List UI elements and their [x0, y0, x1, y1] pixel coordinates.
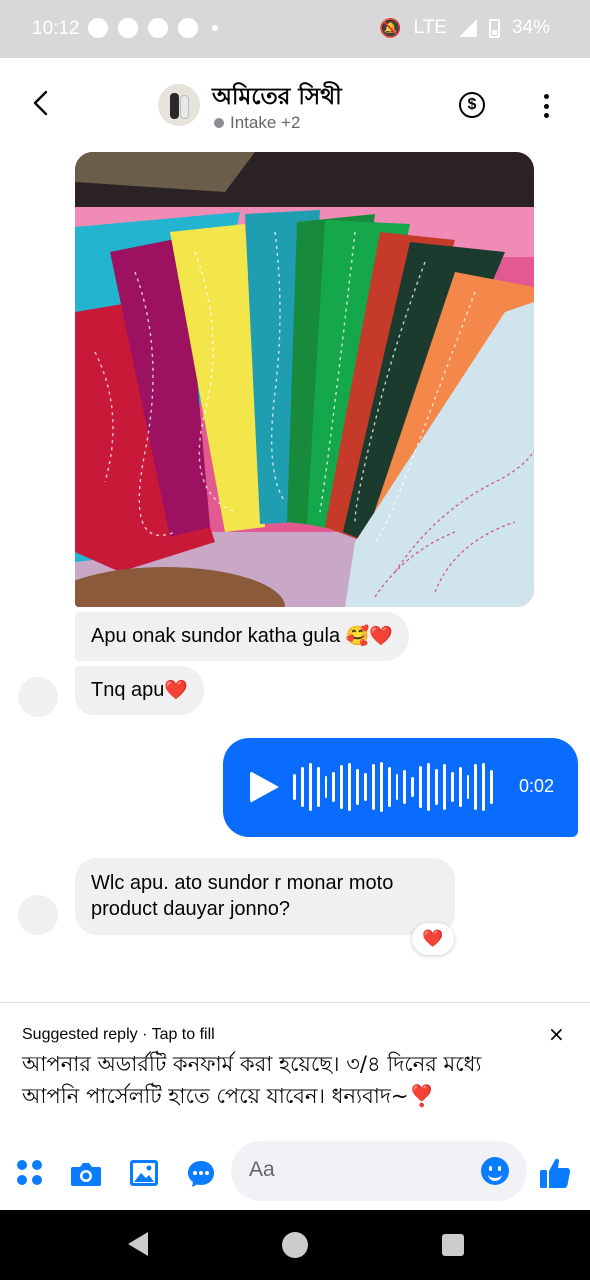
heart-reaction[interactable]: ❤️	[412, 923, 454, 955]
nav-back-icon[interactable]	[128, 1232, 148, 1256]
message-text: Apu onak sundor katha gula	[91, 625, 341, 647]
suggested-reply-text[interactable]: আপনার অডার্রটি কনফার্ম করা হয়েছে। ৩/৪ দ…	[22, 1048, 542, 1112]
waveform-bar	[395, 774, 399, 800]
more-icon[interactable]	[540, 94, 552, 118]
voice-duration: 0:02	[518, 776, 554, 796]
status-dot	[214, 118, 224, 128]
avatar[interactable]	[18, 895, 58, 935]
message-emoji: ❤️	[164, 679, 189, 701]
composer: Aa	[0, 1138, 590, 1206]
message-bubble[interactable]: Tnq apu❤️	[75, 666, 205, 715]
waveform-bar	[411, 777, 415, 797]
dollar-icon[interactable]: $	[459, 92, 485, 118]
vibrate-off-icon: 🔕	[379, 17, 402, 38]
close-icon[interactable]: ×	[548, 1022, 565, 1046]
notification-icons	[88, 18, 218, 38]
waveform-bar	[379, 762, 383, 812]
photo-message[interactable]	[75, 152, 534, 607]
more-notifications-dot	[212, 25, 218, 31]
apps-icon[interactable]	[17, 1160, 43, 1186]
avatar-figure	[170, 93, 179, 119]
waveform-bar	[293, 774, 296, 800]
emoji-icon[interactable]	[481, 1157, 509, 1185]
nav-home-icon[interactable]	[282, 1232, 308, 1258]
waveform	[293, 758, 494, 816]
like-icon[interactable]	[538, 1156, 572, 1190]
message-input[interactable]: Aa	[231, 1141, 527, 1201]
message-bubble[interactable]: Wlc apu. ato sundor r monar moto product…	[75, 858, 455, 935]
back-icon[interactable]	[28, 88, 52, 118]
system-nav-bar	[0, 1210, 590, 1280]
notification-icon	[148, 18, 168, 38]
waveform-bar	[316, 767, 320, 807]
waveform-bar	[490, 770, 494, 804]
chat-title[interactable]: অমিতের সিথী	[212, 78, 342, 117]
chat-subtitle[interactable]: Intake +2	[214, 113, 300, 133]
waveform-bar	[364, 773, 367, 801]
status-time: 10:12	[32, 18, 80, 39]
network-type: LTE	[413, 17, 447, 38]
waveform-bar	[427, 763, 431, 811]
gallery-icon[interactable]	[129, 1159, 159, 1187]
waveform-bar	[324, 776, 328, 798]
avatar-figure	[180, 95, 189, 119]
nav-recents-icon[interactable]	[442, 1234, 464, 1256]
notification-icon	[118, 18, 138, 38]
waveform-bar	[300, 767, 304, 807]
waveform-bar	[356, 769, 360, 805]
message-emoji: 🥰❤️	[345, 625, 393, 647]
waveform-bar	[450, 772, 454, 802]
signal-icon	[458, 19, 477, 37]
waveform-bar	[419, 766, 423, 808]
waveform-bar	[308, 763, 312, 811]
waveform-bar	[340, 765, 344, 809]
waveform-bar	[403, 770, 407, 804]
waveform-bar	[348, 763, 352, 811]
waveform-bar	[466, 775, 470, 799]
waveform-bar	[482, 763, 486, 811]
waveform-bar	[442, 764, 446, 810]
suggested-reply-label: Suggested reply · Tap to fill	[22, 1026, 215, 1043]
avatar[interactable]	[18, 677, 58, 717]
waveform-bar	[371, 764, 375, 810]
camera-icon[interactable]	[70, 1161, 102, 1187]
chat-header: অমিতের সিথী Intake +2 $	[0, 58, 590, 148]
waveform-bar	[332, 772, 336, 802]
chat-subtitle-text: Intake +2	[230, 113, 301, 132]
waveform-bar	[474, 764, 478, 810]
message-text: Tnq apu	[91, 679, 165, 701]
voice-message[interactable]: 0:02	[223, 738, 578, 837]
waveform-bar	[435, 769, 438, 805]
battery-icon	[488, 18, 500, 38]
messenger-icon	[178, 18, 198, 38]
battery-percent: 34%	[511, 17, 550, 38]
message-bubble[interactable]: Apu onak sundor katha gula 🥰❤️	[75, 612, 409, 661]
waveform-bar	[458, 767, 462, 807]
avatar[interactable]	[158, 84, 200, 126]
fabric-photo	[75, 152, 534, 607]
chat-icon[interactable]	[186, 1159, 216, 1189]
play-icon[interactable]	[250, 771, 279, 803]
status-bar: 10:12 🔕 LTE 34%	[0, 0, 590, 58]
notification-icon	[88, 18, 108, 38]
system-status: 🔕 LTE 34%	[379, 17, 550, 39]
divider	[0, 1002, 590, 1003]
message-input-placeholder: Aa	[249, 1158, 275, 1181]
waveform-bar	[387, 767, 391, 807]
message-text: Wlc apu. ato sundor r monar moto product…	[91, 872, 394, 920]
